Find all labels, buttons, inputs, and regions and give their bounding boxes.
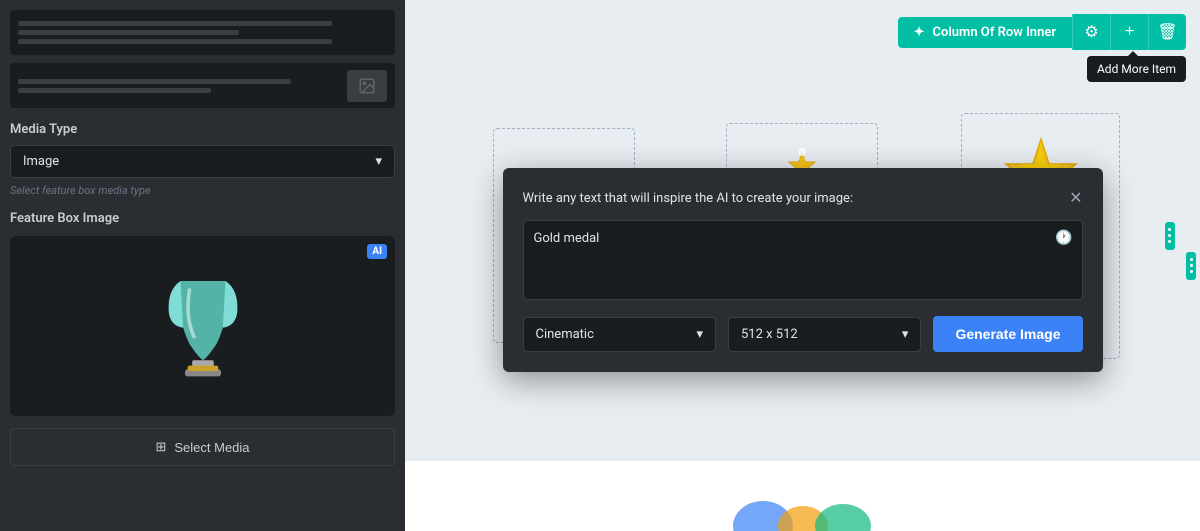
size-selected: 512 x 512	[741, 327, 798, 342]
ai-textarea-wrapper: Gold medal 🕐	[523, 220, 1083, 304]
generate-btn-label: Generate Image	[955, 326, 1060, 342]
bottom-illustration	[723, 461, 883, 531]
image-preview: AI	[10, 236, 395, 416]
media-icon: ⊞	[155, 439, 166, 455]
select-media-label: Select Media	[174, 440, 249, 455]
template-thumb-2[interactable]	[10, 63, 395, 108]
column-label: ✦ Column Of Row Inner	[898, 17, 1072, 48]
add-more-tooltip: Add More Item	[1087, 56, 1186, 82]
size-dropdown[interactable]: 512 x 512 ▾	[728, 317, 921, 352]
style-dropdown[interactable]: Cinematic ▾	[523, 317, 716, 352]
ai-prompt-input[interactable]: Gold medal	[523, 220, 1083, 300]
media-type-label: Media Type	[10, 122, 395, 137]
delete-button[interactable]: 🗑	[1148, 14, 1186, 50]
column-label-text: Column Of Row Inner	[933, 25, 1056, 40]
ai-controls-row: Cinematic ▾ 512 x 512 ▾ Generate Image	[523, 316, 1083, 352]
chevron-down-icon: ▾	[375, 154, 382, 169]
settings-button[interactable]: ⚙	[1072, 14, 1110, 50]
add-item-button[interactable]: +	[1110, 14, 1148, 50]
canvas-toolbar: ✦ Column Of Row Inner ⚙ + 🗑	[898, 14, 1186, 50]
media-type-dropdown[interactable]: Image ▾	[10, 145, 395, 178]
template-thumb-1[interactable]	[10, 10, 395, 55]
media-type-hint: Select feature box media type	[10, 184, 395, 197]
ai-dialog: Write any text that will inspire the AI …	[503, 168, 1103, 372]
canvas-area: ✦ Column Of Row Inner ⚙ + 🗑 Add More Ite…	[405, 0, 1200, 531]
media-type-value: Image	[23, 154, 59, 169]
style-chevron: ▾	[696, 327, 703, 342]
select-media-button[interactable]: ⊞ Select Media	[10, 428, 395, 466]
size-chevron: ▾	[902, 327, 909, 342]
ai-dialog-title: Write any text that will inspire the AI …	[523, 191, 854, 206]
ai-dialog-header: Write any text that will inspire the AI …	[523, 188, 1083, 208]
ai-dialog-close-button[interactable]: ✕	[1069, 188, 1082, 208]
canvas-bottom-strip	[405, 461, 1200, 531]
drag-handle-3[interactable]	[1165, 222, 1175, 250]
ai-badge: AI	[367, 244, 387, 259]
generate-image-button[interactable]: Generate Image	[933, 316, 1082, 352]
sidebar: Media Type Image ▾ Select feature box me…	[0, 0, 405, 531]
move-icon: ✦	[914, 25, 925, 40]
template-thumbs	[10, 10, 395, 108]
feature-box-label: Feature Box Image	[10, 211, 395, 226]
teal-trophy-preview	[158, 261, 248, 391]
tooltip-text: Add More Item	[1097, 62, 1176, 76]
history-icon: 🕐	[1055, 230, 1072, 246]
style-selected: Cinematic	[536, 327, 594, 342]
right-edge-drag[interactable]	[1186, 252, 1196, 280]
